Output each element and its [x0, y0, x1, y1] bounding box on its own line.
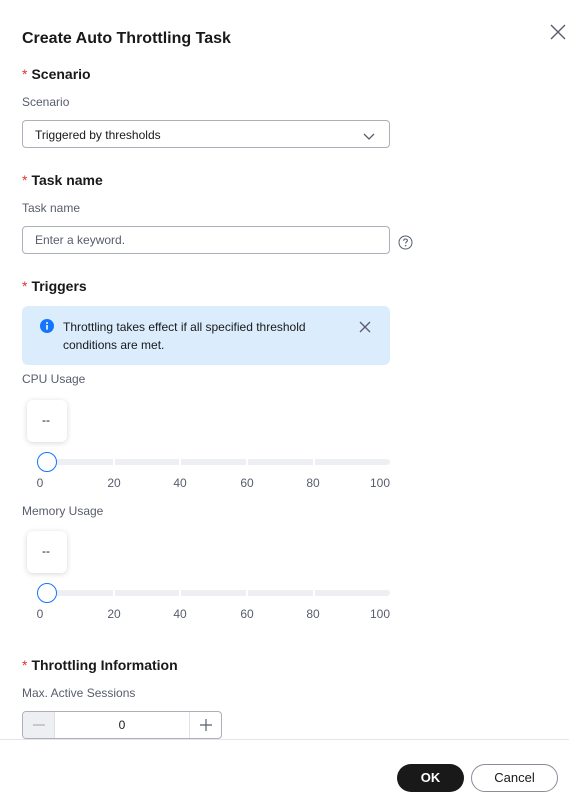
create-auto-throttling-dialog: Create Auto Throttling Task * Scenario Sc…	[0, 0, 569, 795]
memory-value-tooltip: --	[27, 531, 67, 573]
cpu-scale-label: 60	[240, 476, 254, 490]
memory-scale-label: 60	[240, 607, 254, 621]
scenario-select[interactable]: Triggered by thresholds	[22, 120, 390, 148]
cpu-slider-thumb[interactable]	[37, 452, 57, 472]
alert-close-icon[interactable]	[359, 320, 371, 333]
slider-tick	[113, 590, 115, 596]
memory-scale-label: 100	[369, 607, 391, 621]
max-active-sessions-label: Max. Active Sessions	[22, 686, 136, 700]
required-mark: *	[22, 657, 28, 673]
cpu-scale-label: 0	[36, 476, 44, 490]
plus-icon	[200, 719, 212, 731]
memory-usage-label: Memory Usage	[22, 504, 104, 518]
dialog-title: Create Auto Throttling Task	[22, 30, 231, 47]
triggers-section-title: * Triggers	[22, 278, 87, 294]
scenario-section-title: * Scenario	[22, 66, 91, 82]
cpu-scale-label: 20	[107, 476, 121, 490]
max-active-sessions-stepper: 0	[22, 711, 222, 739]
memory-scale-label: 0	[36, 607, 44, 621]
memory-scale-label: 20	[107, 607, 121, 621]
task-name-section-title: * Task name	[22, 172, 103, 188]
task-name-input[interactable]	[22, 226, 390, 254]
slider-tick	[246, 459, 248, 465]
slider-tick	[313, 590, 315, 596]
scenario-field-label: Scenario	[22, 95, 70, 109]
cpu-scale-label: 100	[369, 476, 391, 490]
ok-button[interactable]: OK	[397, 764, 464, 792]
slider-tick	[246, 590, 248, 596]
task-name-section-label: Task name	[31, 172, 103, 188]
cpu-tooltip-text: --	[42, 413, 50, 427]
increment-button[interactable]	[189, 712, 221, 738]
required-mark: *	[22, 172, 28, 188]
memory-slider-thumb[interactable]	[37, 583, 57, 603]
memory-slider-track[interactable]	[47, 590, 390, 596]
minus-icon	[33, 724, 45, 726]
triggers-section-label: Triggers	[31, 278, 87, 294]
memory-scale-label: 80	[306, 607, 320, 621]
cpu-scale-label: 40	[173, 476, 187, 490]
task-name-field-label: Task name	[22, 201, 81, 215]
help-icon[interactable]	[398, 235, 413, 250]
cpu-scale-label: 80	[306, 476, 320, 490]
info-alert: Throttling takes effect if all specified…	[22, 306, 390, 365]
decrement-button[interactable]	[23, 712, 55, 738]
scenario-selected-value: Triggered by thresholds	[35, 128, 161, 142]
slider-tick	[179, 459, 181, 465]
throttling-section-title: * Throttling Information	[22, 657, 178, 673]
scenario-section-label: Scenario	[31, 66, 91, 82]
chevron-down-icon	[363, 129, 375, 141]
footer-divider	[0, 739, 569, 740]
alert-message: Throttling takes effect if all specified…	[63, 320, 306, 352]
info-icon	[40, 319, 54, 333]
memory-tooltip-text: --	[42, 544, 50, 558]
slider-tick	[313, 459, 315, 465]
cpu-value-tooltip: --	[27, 400, 67, 442]
throttling-section-label: Throttling Information	[31, 657, 178, 673]
required-mark: *	[22, 278, 28, 294]
memory-scale-label: 40	[173, 607, 187, 621]
cancel-button[interactable]: Cancel	[471, 764, 558, 792]
max-active-sessions-value[interactable]: 0	[55, 712, 189, 738]
close-icon[interactable]	[548, 22, 568, 42]
slider-tick	[113, 459, 115, 465]
slider-tick	[179, 590, 181, 596]
required-mark: *	[22, 66, 28, 82]
cpu-slider-track[interactable]	[47, 459, 390, 465]
cpu-usage-label: CPU Usage	[22, 372, 86, 386]
